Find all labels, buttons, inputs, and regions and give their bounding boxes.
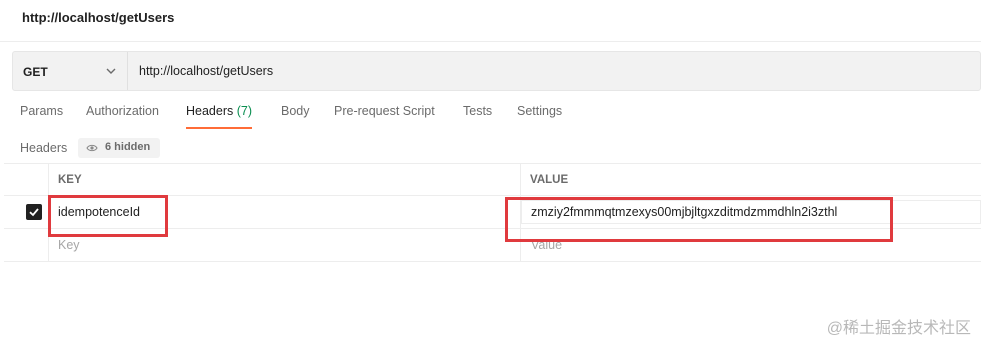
request-title: http://localhost/getUsers (22, 10, 175, 25)
tab-label: Params (20, 104, 64, 118)
tab-label: Pre-request Script (334, 104, 435, 118)
tab-body[interactable]: Body (281, 104, 310, 130)
new-key-input[interactable]: Key (58, 238, 80, 252)
method-label: GET (23, 65, 48, 79)
hidden-headers-toggle[interactable]: 6 hidden (78, 138, 160, 158)
method-select[interactable]: GET (13, 52, 128, 90)
watermark: @稀土掘金技术社区 (826, 320, 971, 337)
url-input[interactable]: http://localhost/getUsers (139, 64, 273, 78)
tab-label: Settings (517, 104, 563, 118)
column-header-key: KEY (58, 174, 82, 186)
column-header-value: VALUE (530, 174, 569, 186)
tab-params[interactable]: Params (20, 104, 63, 130)
tab-label: Authorization (86, 104, 159, 118)
tab-tests[interactable]: Tests (463, 104, 492, 130)
row-enabled-checkbox[interactable] (26, 204, 42, 220)
url-bar: GET http://localhost/getUsers (12, 51, 981, 91)
value-highlight-box (505, 197, 893, 242)
headers-count: (7) (236, 104, 253, 118)
active-tab-underline (186, 127, 253, 129)
tab-pre-request-script[interactable]: Pre-request Script (334, 104, 435, 130)
tab-headers[interactable]: Headers (7) (186, 104, 253, 130)
key-highlight-box (48, 195, 168, 237)
checkmark-icon (29, 208, 39, 217)
tab-settings[interactable]: Settings (517, 104, 562, 130)
request-tab-header: http://localhost/getUsers (0, 0, 981, 42)
column-divider (520, 164, 521, 197)
tab-label: Body (281, 104, 310, 118)
column-divider (48, 164, 49, 197)
tab-label: Headers (186, 104, 234, 118)
headers-section-label: Headers (20, 141, 68, 155)
eye-icon (86, 144, 98, 152)
chevron-down-icon (106, 68, 116, 74)
table-header: KEY VALUE (4, 163, 981, 197)
hidden-count: 6 hidden (105, 141, 151, 153)
tab-authorization[interactable]: Authorization (86, 104, 159, 130)
tab-label: Tests (463, 104, 493, 118)
